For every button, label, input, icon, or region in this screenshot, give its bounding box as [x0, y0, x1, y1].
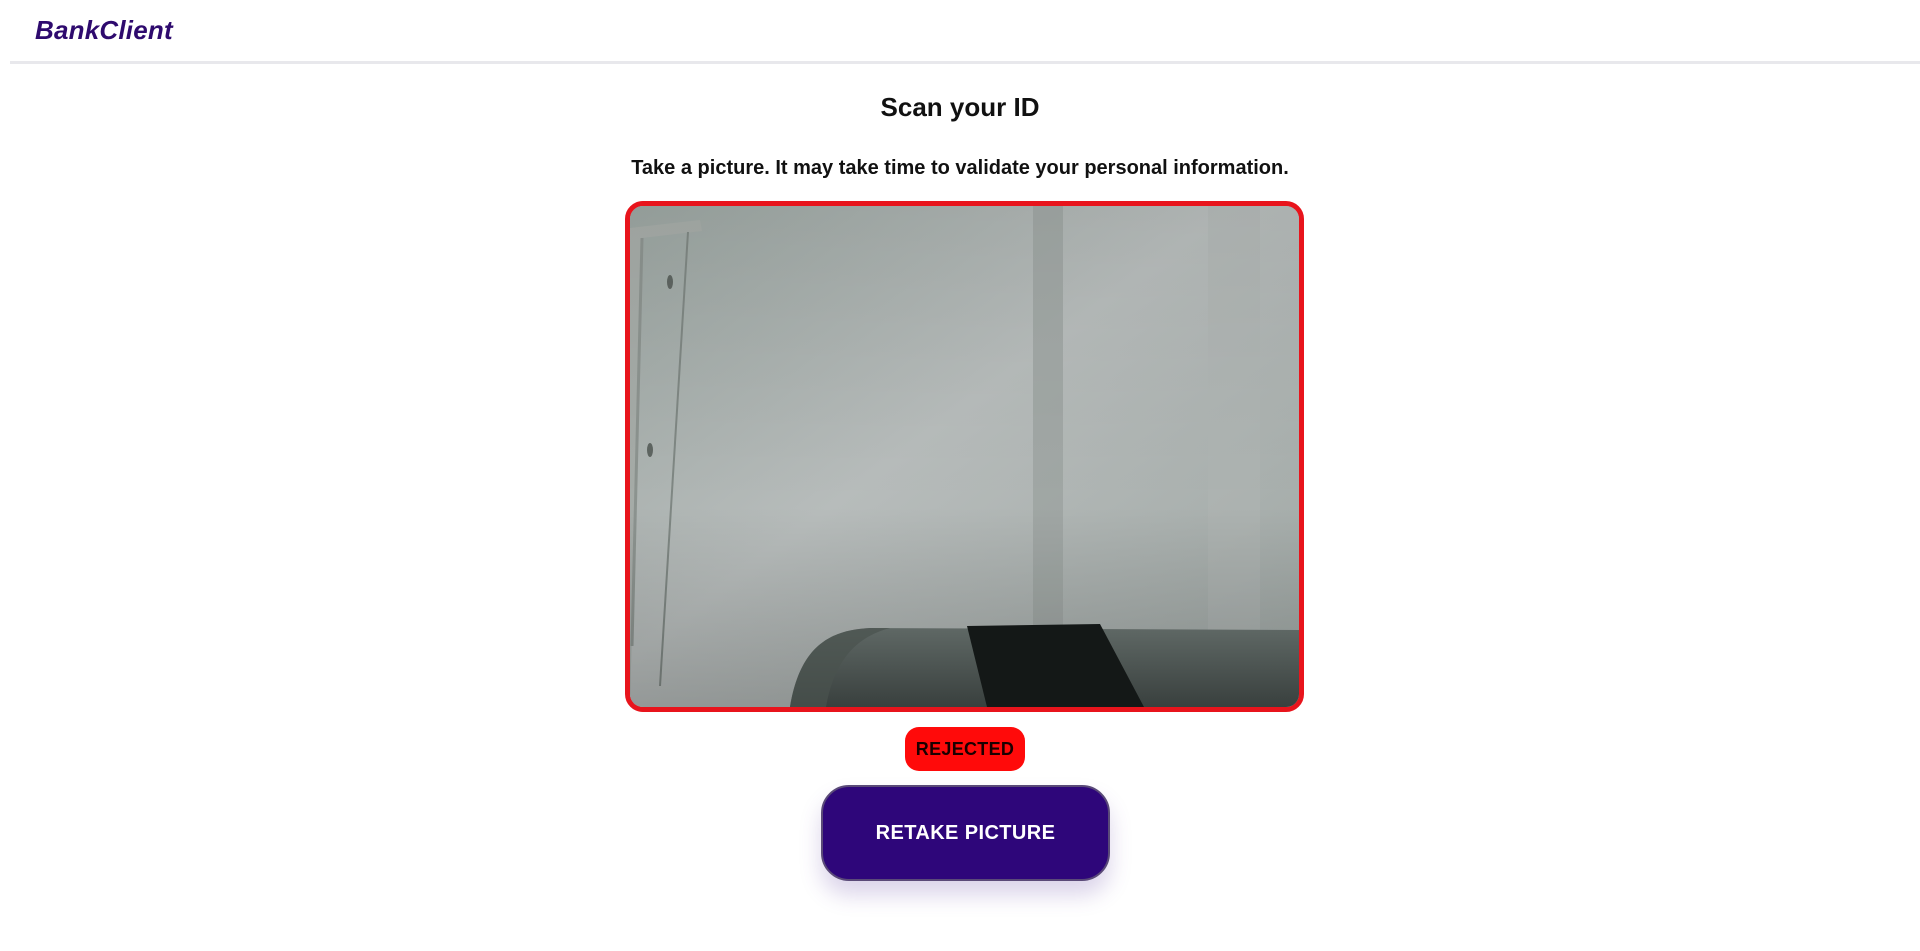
- main-content: Scan your ID Take a picture. It may take…: [0, 64, 1920, 951]
- top-bar: BankClient: [10, 0, 1920, 64]
- instructions-text: Take a picture. It may take time to vali…: [631, 157, 1289, 179]
- page-title: Scan your ID: [880, 92, 1040, 122]
- retake-picture-button[interactable]: RETAKE PICTURE: [821, 785, 1110, 881]
- camera-preview: [625, 201, 1304, 712]
- camera-image: [630, 206, 1299, 707]
- status-badge: REJECTED: [905, 727, 1025, 771]
- brand-logo[interactable]: BankClient: [35, 15, 173, 46]
